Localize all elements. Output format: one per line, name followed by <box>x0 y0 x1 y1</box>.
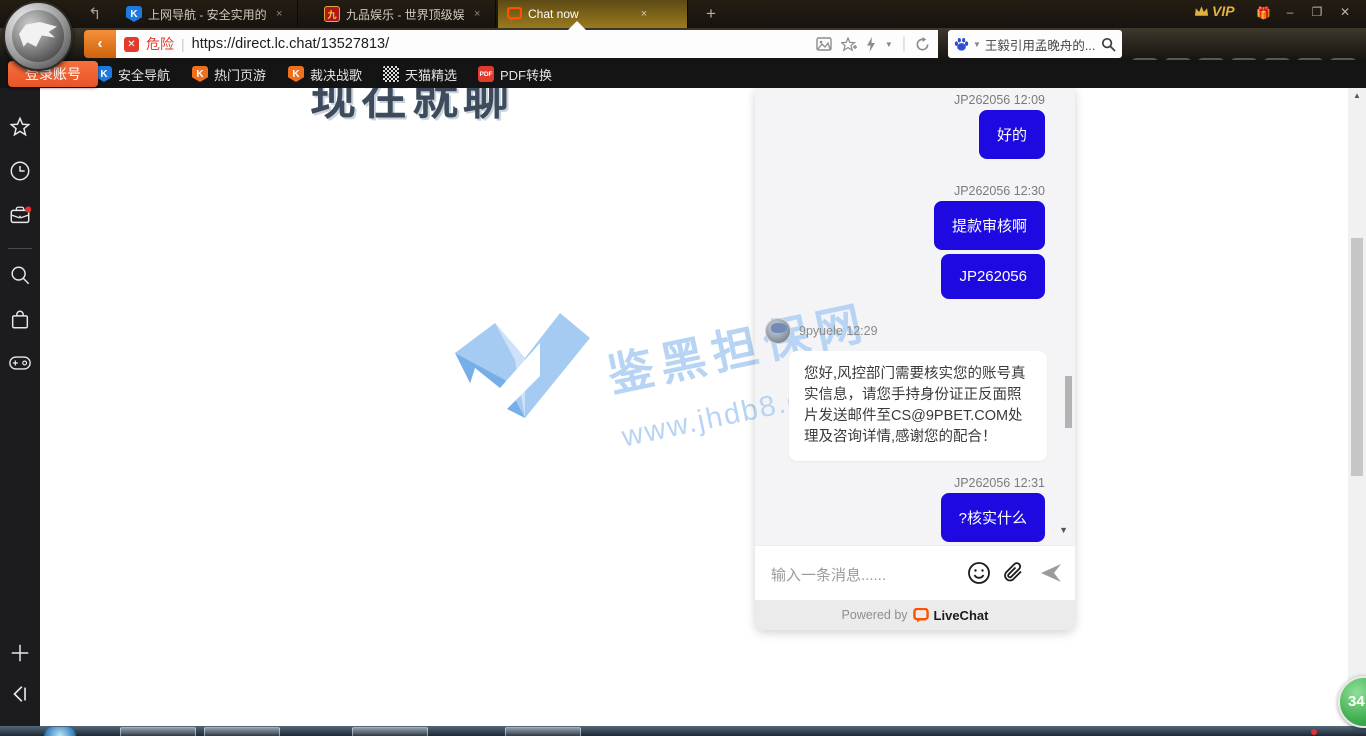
chat-input-bar[interactable]: 输入一条消息...... <box>755 545 1075 600</box>
tab-chat-now[interactable]: Chat now × <box>498 0 688 28</box>
tab-close-icon[interactable]: × <box>641 8 647 20</box>
baidu-paw-icon <box>954 37 969 52</box>
tab-navigation-site[interactable]: K 上网导航 - 安全实用的 × <box>118 0 298 28</box>
blue-shield-k-icon: K <box>96 66 112 82</box>
new-tab-button[interactable]: + <box>700 3 722 25</box>
red-emblem-favicon: 九 <box>324 6 340 22</box>
message-meta: JP262056 12:31 <box>954 476 1045 490</box>
lightning-icon[interactable] <box>866 37 876 52</box>
tab-title: 九品娱乐 - 世界顶级娱 <box>346 6 464 23</box>
user-message-bubble: 提款审核啊 <box>934 201 1045 250</box>
search-query[interactable]: 王毅引用孟晚舟的... <box>985 35 1097 54</box>
chat-message-list[interactable]: 鉴黑担保网 www.jhdb8.com JP262056 12:09 好的 JP… <box>755 88 1075 545</box>
games-gamepad-icon[interactable] <box>9 352 31 374</box>
history-back-arrow-icon[interactable]: ↰ <box>88 4 101 24</box>
powered-by-label: Powered by <box>842 608 908 622</box>
start-orb-icon[interactable] <box>44 727 76 736</box>
tab-close-icon[interactable]: × <box>276 8 282 20</box>
user-message-bubble: ?核实什么 <box>941 493 1045 542</box>
agent-avatar <box>765 318 791 344</box>
tab-bar: ↰ K 上网导航 - 安全实用的 × 九 九品娱乐 - 世界顶级娱 × Chat… <box>0 0 1366 28</box>
send-icon[interactable] <box>1039 561 1063 585</box>
chevron-down-icon[interactable]: ▼ <box>885 40 893 49</box>
emoji-icon[interactable] <box>967 561 991 585</box>
browser-toolbar: ‹ ✕ 危险 | https://direct.lc.chat/13527813… <box>0 28 1366 60</box>
chat-input-placeholder[interactable]: 输入一条消息...... <box>771 564 886 585</box>
agent-name-time: 9pyuele 12:29 <box>799 324 878 338</box>
bookmarks-bar: 度 K 安全导航 K 热门页游 K 裁决战歌 天猫精选 PDF PDF转换 <box>0 60 1366 88</box>
sidebar-divider <box>8 248 32 249</box>
messages-briefcase-icon[interactable] <box>9 204 31 226</box>
search-engine-caret-icon[interactable]: ▼ <box>973 40 981 49</box>
crown-icon <box>1194 5 1209 17</box>
close-button[interactable]: ✕ <box>1333 0 1357 24</box>
add-plus-icon[interactable] <box>9 642 31 664</box>
url-separator: | <box>181 36 185 52</box>
search-icon[interactable] <box>1101 37 1116 52</box>
bookmark-war-song[interactable]: K 裁决战歌 <box>288 60 362 88</box>
shopping-bag-icon[interactable] <box>9 309 31 331</box>
vip-badge[interactable]: VIP <box>1194 3 1235 19</box>
pdf-icon: PDF <box>478 66 494 82</box>
chat-footer: Powered by LiveChat <box>755 600 1075 630</box>
taskbar-app-button[interactable] <box>352 727 428 736</box>
scrollbar-up-arrow[interactable]: ▲ <box>1348 91 1366 100</box>
back-button[interactable]: ‹ <box>84 30 116 58</box>
bookmark-tmall[interactable]: 天猫精选 <box>383 60 457 88</box>
favorite-add-icon[interactable] <box>841 37 857 52</box>
tab-title: Chat now <box>528 7 579 21</box>
address-bar[interactable]: ✕ 危险 | https://direct.lc.chat/13527813/ … <box>116 30 938 58</box>
browser-sidebar <box>0 88 40 726</box>
restore-button[interactable]: ❐ <box>1305 0 1329 24</box>
search-icon[interactable] <box>9 264 31 286</box>
taskbar-app-button[interactable] <box>505 727 581 736</box>
bookmark-safe-nav[interactable]: K 安全导航 <box>96 60 170 88</box>
cheetah-browser-logo[interactable] <box>3 1 73 71</box>
message-meta: JP262056 12:30 <box>954 184 1045 198</box>
taskbar-app-button[interactable] <box>120 727 196 736</box>
watermark-check-logo <box>420 298 605 448</box>
collapse-sidebar-icon[interactable] <box>9 683 31 705</box>
livechat-logo-icon <box>913 608 929 623</box>
chat-scrollbar-thumb[interactable] <box>1065 376 1072 428</box>
message-meta: JP262056 12:09 <box>954 93 1045 107</box>
danger-label: 危险 <box>146 34 174 54</box>
gift-icon[interactable]: 🎁 <box>1256 6 1271 20</box>
scroll-down-icon[interactable]: ▼ <box>1059 525 1068 535</box>
danger-x-icon: ✕ <box>124 37 139 52</box>
orange-shield-k-icon: K <box>288 66 304 82</box>
taskbar-app-button[interactable] <box>204 727 280 736</box>
attachment-paperclip-icon[interactable] <box>1001 561 1025 585</box>
livechat-bubble-favicon <box>506 6 522 22</box>
page-scrollbar[interactable]: ▲ <box>1348 88 1366 726</box>
cheetah-head-icon <box>12 10 64 62</box>
url-text[interactable]: https://direct.lc.chat/13527813/ <box>192 36 809 52</box>
windows-taskbar[interactable] <box>0 726 1366 736</box>
user-message-bubble: 好的 <box>979 110 1045 159</box>
page-heading: 现在就聊 <box>310 88 514 128</box>
active-tab-notch <box>568 21 586 30</box>
livechat-widget: 鉴黑担保网 www.jhdb8.com JP262056 12:09 好的 JP… <box>755 88 1075 630</box>
user-message-bubble: JP262056 <box>941 254 1045 299</box>
search-box[interactable]: ▼ 王毅引用孟晚舟的... <box>948 30 1122 58</box>
bookmark-pdf-convert[interactable]: PDF PDF转换 <box>478 60 552 88</box>
livechat-brand-label[interactable]: LiveChat <box>934 608 989 623</box>
taskbar-red-dot-icon <box>1311 729 1317 735</box>
orange-shield-k-icon: K <box>192 66 208 82</box>
page-action-icons: ▼ | <box>816 35 930 53</box>
tab-jiupin-casino[interactable]: 九 九品娱乐 - 世界顶级娱 × <box>316 0 496 28</box>
blue-shield-favicon: K <box>126 6 142 22</box>
bookmark-hot-games[interactable]: K 热门页游 <box>192 60 266 88</box>
refresh-icon[interactable] <box>915 37 930 52</box>
tab-title: 上网导航 - 安全实用的 <box>148 6 266 23</box>
image-icon[interactable] <box>816 37 832 51</box>
checker-grid-icon <box>383 66 399 82</box>
history-clock-icon[interactable] <box>9 160 31 182</box>
page-content: 现在就聊 鉴黑担保网 www.jhdb8.com 鉴黑担保网 www.jhdb8… <box>40 88 1348 726</box>
favorites-star-icon[interactable] <box>9 116 31 138</box>
agent-message-bubble: 您好,风控部门需要核实您的账号真实信息，请您手持身份证正反面照片发送邮件至CS@… <box>789 351 1047 461</box>
minimize-button[interactable]: – <box>1278 0 1302 24</box>
scrollbar-thumb[interactable] <box>1351 238 1363 476</box>
tab-close-icon[interactable]: × <box>474 8 480 20</box>
